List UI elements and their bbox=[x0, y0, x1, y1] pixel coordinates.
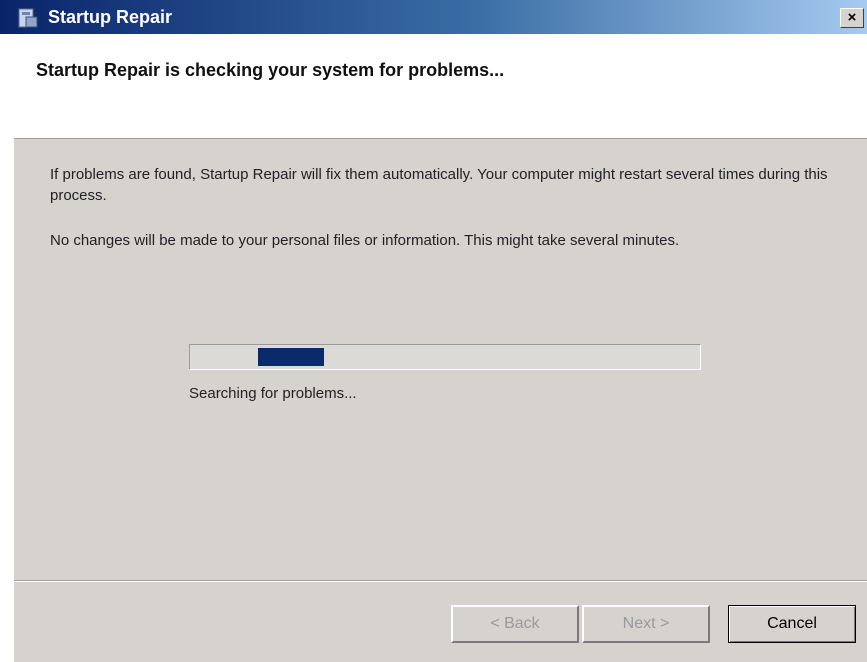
footer-divider bbox=[14, 580, 867, 582]
cancel-button[interactable]: Cancel bbox=[728, 605, 856, 643]
progress-status-text: Searching for problems... bbox=[189, 385, 357, 402]
progress-indicator bbox=[258, 348, 324, 366]
dialog-left-edge bbox=[0, 34, 14, 662]
close-button[interactable]: × bbox=[840, 8, 864, 28]
info-paragraph-2: No changes will be made to your personal… bbox=[50, 232, 680, 249]
title-bar[interactable]: Startup Repair × bbox=[0, 0, 867, 34]
startup-repair-window: Startup Repair × Startup Repair is check… bbox=[0, 0, 867, 662]
window-title: Startup Repair bbox=[48, 7, 173, 27]
back-button[interactable]: < Back bbox=[451, 605, 579, 643]
close-icon: × bbox=[847, 9, 857, 26]
info-paragraph-1: If problems are found, Startup Repair wi… bbox=[50, 166, 828, 204]
next-button[interactable]: Next > bbox=[582, 605, 710, 643]
startup-repair-icon bbox=[18, 8, 38, 28]
progress-bar bbox=[189, 344, 701, 370]
header-panel: Startup Repair is checking your system f… bbox=[14, 34, 867, 139]
page-heading: Startup Repair is checking your system f… bbox=[36, 60, 505, 80]
